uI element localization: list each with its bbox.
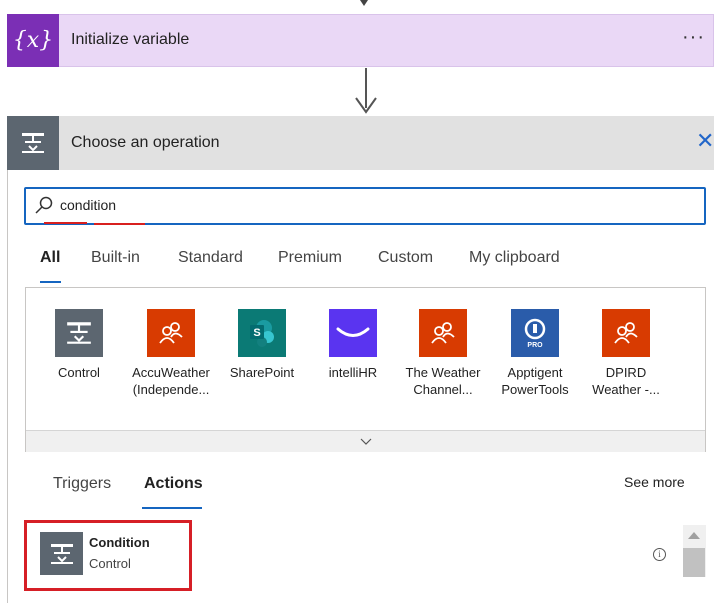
tab-actions[interactable]: Actions [144, 475, 203, 493]
search-input[interactable] [60, 197, 560, 213]
close-icon[interactable]: ✕ [696, 130, 714, 152]
connector-label: SharePoint [229, 365, 295, 380]
annotation-underline [94, 223, 145, 225]
connector-label: Control [58, 365, 100, 380]
search-icon [35, 196, 53, 214]
people-icon [419, 309, 467, 357]
annotation-underline [44, 222, 87, 224]
initialize-variable-title: Initialize variable [71, 31, 190, 48]
pro-badge-icon: PRO [511, 309, 559, 357]
connector-control[interactable]: Control [34, 309, 124, 381]
svg-text:PRO: PRO [527, 342, 543, 349]
control-icon [40, 532, 83, 575]
connector-accuweather[interactable]: AccuWeather (Independe... [126, 309, 216, 398]
tab-built-in[interactable]: Built-in [91, 249, 140, 267]
people-icon [147, 309, 195, 357]
tab-custom[interactable]: Custom [378, 249, 433, 267]
top-connector-arrow [360, 0, 368, 6]
tab-triggers[interactable]: Triggers [53, 475, 111, 493]
connector-weather-channel[interactable]: The Weather Channel... [398, 309, 488, 398]
connector-label: intelliHR [328, 365, 378, 380]
scroll-up-arrow-icon[interactable] [688, 532, 700, 539]
expand-connectors-button[interactable] [26, 430, 705, 452]
svg-text:S: S [253, 327, 260, 339]
people-icon [602, 309, 650, 357]
info-icon[interactable]: i [653, 548, 666, 561]
control-icon [55, 309, 103, 357]
connector-apptigent[interactable]: PRO Apptigent PowerTools [490, 309, 580, 398]
tab-standard[interactable]: Standard [178, 249, 243, 267]
connector-label: DPIRD Weather -... [592, 365, 660, 397]
connector-dpird-weather[interactable]: DPIRD Weather -... [581, 309, 671, 398]
control-icon [7, 116, 59, 170]
tab-my-clipboard[interactable]: My clipboard [469, 249, 560, 267]
choose-operation-title: Choose an operation [71, 134, 220, 151]
flow-arrow-head-icon [355, 97, 377, 114]
active-subtab-indicator [142, 507, 202, 509]
see-more-link[interactable]: See more [624, 474, 685, 490]
connector-label: Apptigent PowerTools [501, 365, 569, 397]
action-name: Condition [89, 535, 150, 550]
connector-intellihr[interactable]: intelliHR [308, 309, 398, 381]
action-connector: Control [89, 556, 131, 571]
tab-all[interactable]: All [40, 249, 60, 267]
connector-label: The Weather Channel... [405, 365, 481, 397]
tab-premium[interactable]: Premium [278, 249, 342, 267]
active-tab-indicator [40, 281, 61, 283]
sharepoint-icon: S [238, 309, 286, 357]
chevron-down-icon [360, 438, 371, 445]
scrollbar-thumb[interactable] [683, 548, 705, 577]
connector-label: AccuWeather (Independe... [132, 365, 210, 397]
variable-icon: {x} [7, 14, 59, 67]
connector-sharepoint[interactable]: S SharePoint [217, 309, 307, 381]
more-options-button[interactable]: ··· [682, 26, 705, 49]
smile-icon [329, 309, 377, 357]
